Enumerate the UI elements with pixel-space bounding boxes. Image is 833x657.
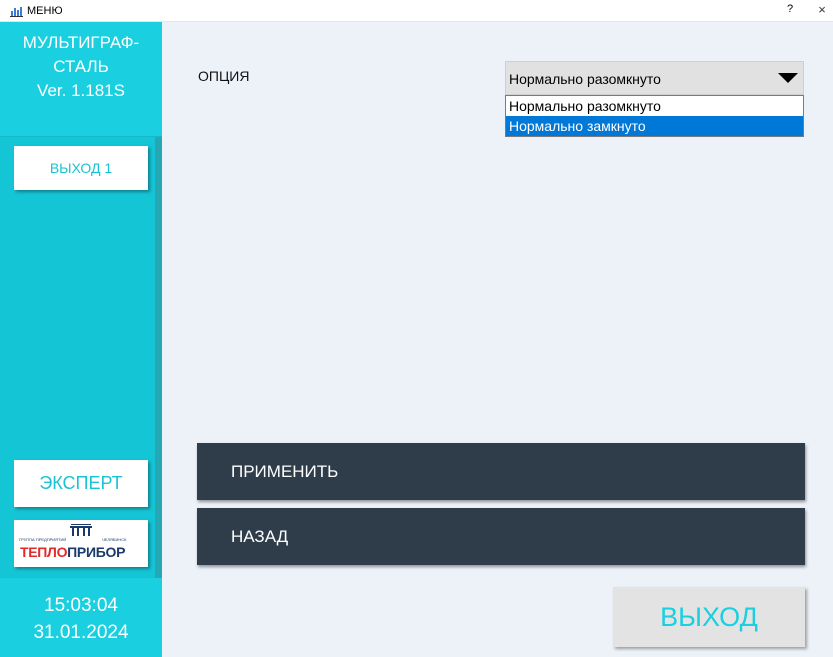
logo-group-text: ГРУППА ПРЕДПРИЯТИЙ	[19, 537, 67, 542]
dropdown-option-normally-closed[interactable]: Нормально замкнуто	[506, 116, 803, 136]
expert-button[interactable]: ЭКСПЕРТ	[14, 460, 148, 507]
window-title: МЕНЮ	[27, 5, 63, 17]
device-version: Ver. 1.181S	[37, 81, 125, 100]
device-name-line2: СТАЛЬ	[53, 57, 109, 76]
dropdown-option-normally-open[interactable]: Нормально разомкнуто	[506, 96, 803, 116]
building-icon	[70, 524, 92, 536]
clock: 15:03:04 31.01.2024	[0, 578, 162, 657]
client-area: МУЛЬТИГРАФ- СТАЛЬ Ver. 1.181S ВЫХОД 1 ЭК…	[0, 22, 833, 657]
chevron-down-icon[interactable]	[773, 62, 803, 94]
logo-wordmark: ТЕПЛОПРИБОР	[20, 544, 125, 560]
help-button[interactable]: ?	[783, 3, 797, 15]
option-select[interactable]: Нормально разомкнуто	[505, 61, 804, 95]
sidebar-panel	[0, 137, 155, 585]
sidebar: МУЛЬТИГРАФ- СТАЛЬ Ver. 1.181S ВЫХОД 1 ЭК…	[0, 22, 162, 657]
option-label: ОПЦИЯ	[198, 68, 250, 84]
logo-word-blue: ПРИБОР	[67, 544, 126, 560]
exit-button[interactable]: ВЫХОД	[613, 587, 805, 647]
close-button[interactable]: ×	[815, 2, 829, 17]
sidebar-divider	[155, 137, 162, 585]
logo-word-red: ТЕПЛО	[20, 544, 68, 560]
current-date: 31.01.2024	[33, 622, 129, 643]
current-time: 15:03:04	[44, 595, 118, 616]
back-button[interactable]: НАЗАД	[197, 508, 805, 565]
device-info: МУЛЬТИГРАФ- СТАЛЬ Ver. 1.181S	[0, 22, 162, 137]
select-value: Нормально разомкнуто	[509, 71, 661, 87]
device-name-line1: МУЛЬТИГРАФ-	[22, 33, 140, 52]
title-bar: МЕНЮ ? ×	[0, 0, 833, 22]
apply-button[interactable]: ПРИМЕНИТЬ	[197, 443, 805, 500]
app-icon	[10, 5, 23, 17]
option-dropdown-list: Нормально разомкнуто Нормально замкнуто	[505, 95, 804, 137]
logo-city-text: ЧЕЛЯБИНСК	[102, 537, 127, 542]
company-logo: ГРУППА ПРЕДПРИЯТИЙ ЧЕЛЯБИНСК ТЕПЛОПРИБОР	[14, 520, 148, 567]
output-1-button[interactable]: ВЫХОД 1	[14, 146, 148, 190]
